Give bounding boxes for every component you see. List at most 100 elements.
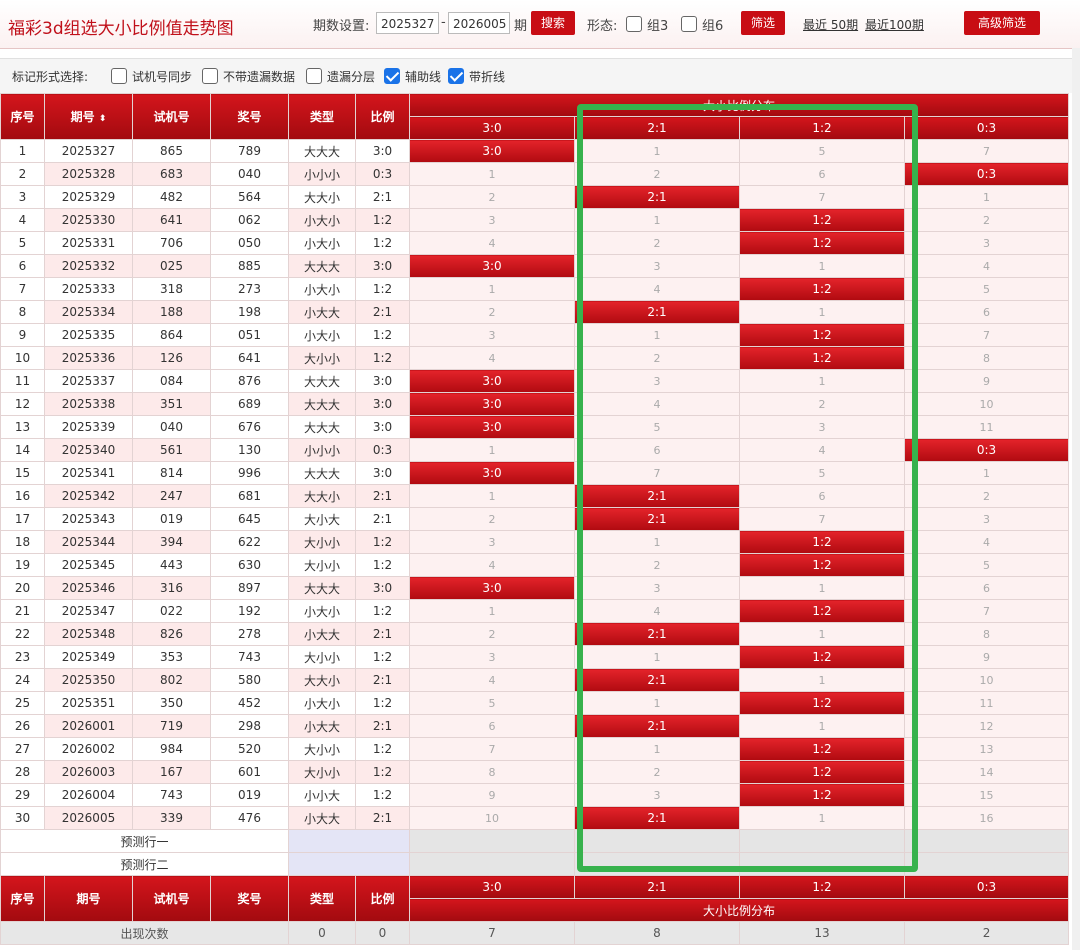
predict-dist-cell[interactable]: [409, 829, 575, 853]
polyline-checkbox[interactable]: [448, 68, 464, 84]
row-type: 小小大: [288, 783, 356, 807]
advanced-filter-button[interactable]: 高级筛选: [964, 11, 1040, 35]
dist-hit: 3:0: [409, 461, 575, 485]
row-trial: 126: [132, 346, 211, 370]
row-seq: 3: [0, 185, 45, 209]
predict-type-cell[interactable]: [288, 829, 410, 853]
predict-dist-cell[interactable]: [739, 852, 905, 876]
row-type: 大小小: [288, 737, 356, 761]
scrollbar[interactable]: [1072, 48, 1080, 950]
recent-100-link[interactable]: 最近100期: [865, 16, 924, 33]
dist-miss: 1: [574, 645, 740, 669]
row-prize: 050: [210, 231, 289, 255]
row-seq: 9: [0, 323, 45, 347]
dist-miss: 1: [409, 438, 575, 462]
predict-type-cell[interactable]: [288, 852, 410, 876]
dist-miss: 4: [574, 392, 740, 416]
dist-miss: 1: [574, 737, 740, 761]
row-prize: 681: [210, 484, 289, 508]
dist-miss: 10: [409, 806, 575, 830]
predict-dist-cell[interactable]: [574, 852, 740, 876]
predict-row[interactable]: 预测行一: [0, 829, 1070, 853]
row-period: 2025339: [44, 415, 133, 439]
dist-title: 大小比例分布: [408, 93, 1070, 117]
row-prize: 278: [210, 622, 289, 646]
dist-miss: 8: [903, 346, 1070, 370]
col-header-period[interactable]: 期号 ⬍: [44, 93, 133, 140]
dist-miss: 2: [574, 346, 740, 370]
row-seq: 14: [0, 438, 45, 462]
dist-hit: 1:2: [739, 737, 905, 761]
predict-row[interactable]: 预测行二: [0, 852, 1070, 876]
dist-hit: 1:2: [739, 277, 905, 301]
zu3-checkbox[interactable]: [626, 16, 642, 32]
footer-dist-col-header: 2:1: [574, 875, 740, 899]
predict-dist-cell[interactable]: [409, 852, 575, 876]
predict-dist-cell[interactable]: [903, 852, 1070, 876]
row-seq: 12: [0, 392, 45, 416]
predict-label[interactable]: 预测行二: [0, 852, 289, 876]
row-prize: 676: [210, 415, 289, 439]
predict-dist-cell[interactable]: [903, 829, 1070, 853]
sort-icon[interactable]: ⬍: [99, 114, 107, 124]
row-seq: 13: [0, 415, 45, 439]
page-title: 福彩3d组选大小比例值走势图: [8, 19, 234, 39]
dist-hit: 3:0: [409, 369, 575, 393]
guide-line-checkbox[interactable]: [384, 68, 400, 84]
dist-hit: 2:1: [574, 622, 740, 646]
period-to-input[interactable]: 2026005: [448, 12, 510, 34]
row-seq: 11: [0, 369, 45, 393]
row-prize: 789: [210, 139, 289, 163]
form-label: 形态:: [587, 19, 618, 34]
row-seq: 24: [0, 668, 45, 692]
row-type: 小小小: [288, 438, 356, 462]
dist-miss: 4: [409, 553, 575, 577]
row-seq: 16: [0, 484, 45, 508]
row-type: 大小小: [288, 530, 356, 554]
row-period: 2025337: [44, 369, 133, 393]
row-type: 小大大: [288, 622, 356, 646]
predict-dist-cell[interactable]: [739, 829, 905, 853]
period-from-input[interactable]: 2025327: [376, 12, 439, 34]
dist-miss: 15: [903, 783, 1070, 807]
top-toolbar: 福彩3d组选大小比例值走势图 期数设置: 2025327 - 2026005 期…: [0, 0, 1080, 49]
count-ratio: 0: [355, 921, 410, 945]
row-period: 2026004: [44, 783, 133, 807]
dist-miss: 10: [903, 668, 1070, 692]
row-trial: 719: [132, 714, 211, 738]
dist-hit: 2:1: [574, 507, 740, 531]
row-type: 小大小: [288, 323, 356, 347]
period-dash: -: [441, 15, 446, 30]
predict-dist-cell[interactable]: [574, 829, 740, 853]
trial-sync-checkbox[interactable]: [111, 68, 127, 84]
row-trial: 865: [132, 139, 211, 163]
table-row: 1 2025327 865 789 大大大 3:0 3:0 1 5 7: [0, 139, 1070, 163]
footer-dist-col-header: 3:0: [409, 875, 575, 899]
dist-hit: 0:3: [903, 438, 1070, 462]
row-type: 大大大: [288, 576, 356, 600]
row-type: 小大大: [288, 806, 356, 830]
row-seq: 25: [0, 691, 45, 715]
dist-miss: 7: [409, 737, 575, 761]
search-button[interactable]: 搜索: [531, 11, 575, 35]
footer-dist-col-header: 0:3: [903, 875, 1070, 899]
dist-miss: 1: [574, 323, 740, 347]
predict-label[interactable]: 预测行一: [0, 829, 289, 853]
zu6-checkbox[interactable]: [681, 16, 697, 32]
row-type: 大小小: [288, 346, 356, 370]
row-type: 小小小: [288, 162, 356, 186]
row-ratio: 1:2: [355, 530, 410, 554]
row-ratio: 0:3: [355, 438, 410, 462]
recent-50-link[interactable]: 最近 50期: [803, 16, 858, 33]
no-omission-checkbox[interactable]: [202, 68, 218, 84]
dist-miss: 6: [739, 484, 905, 508]
dist-hit: 1:2: [739, 346, 905, 370]
filter-button[interactable]: 筛选: [741, 11, 785, 35]
dist-hit: 3:0: [409, 576, 575, 600]
dist-miss: 1: [739, 668, 905, 692]
row-seq: 18: [0, 530, 45, 554]
table-row: 3 2025329 482 564 大大小 2:1 2 2:1 7 1: [0, 185, 1070, 209]
row-ratio: 2:1: [355, 300, 410, 324]
omission-layer-checkbox[interactable]: [306, 68, 322, 84]
table-row: 17 2025343 019 645 大小大 2:1 2 2:1 7 3: [0, 507, 1070, 531]
